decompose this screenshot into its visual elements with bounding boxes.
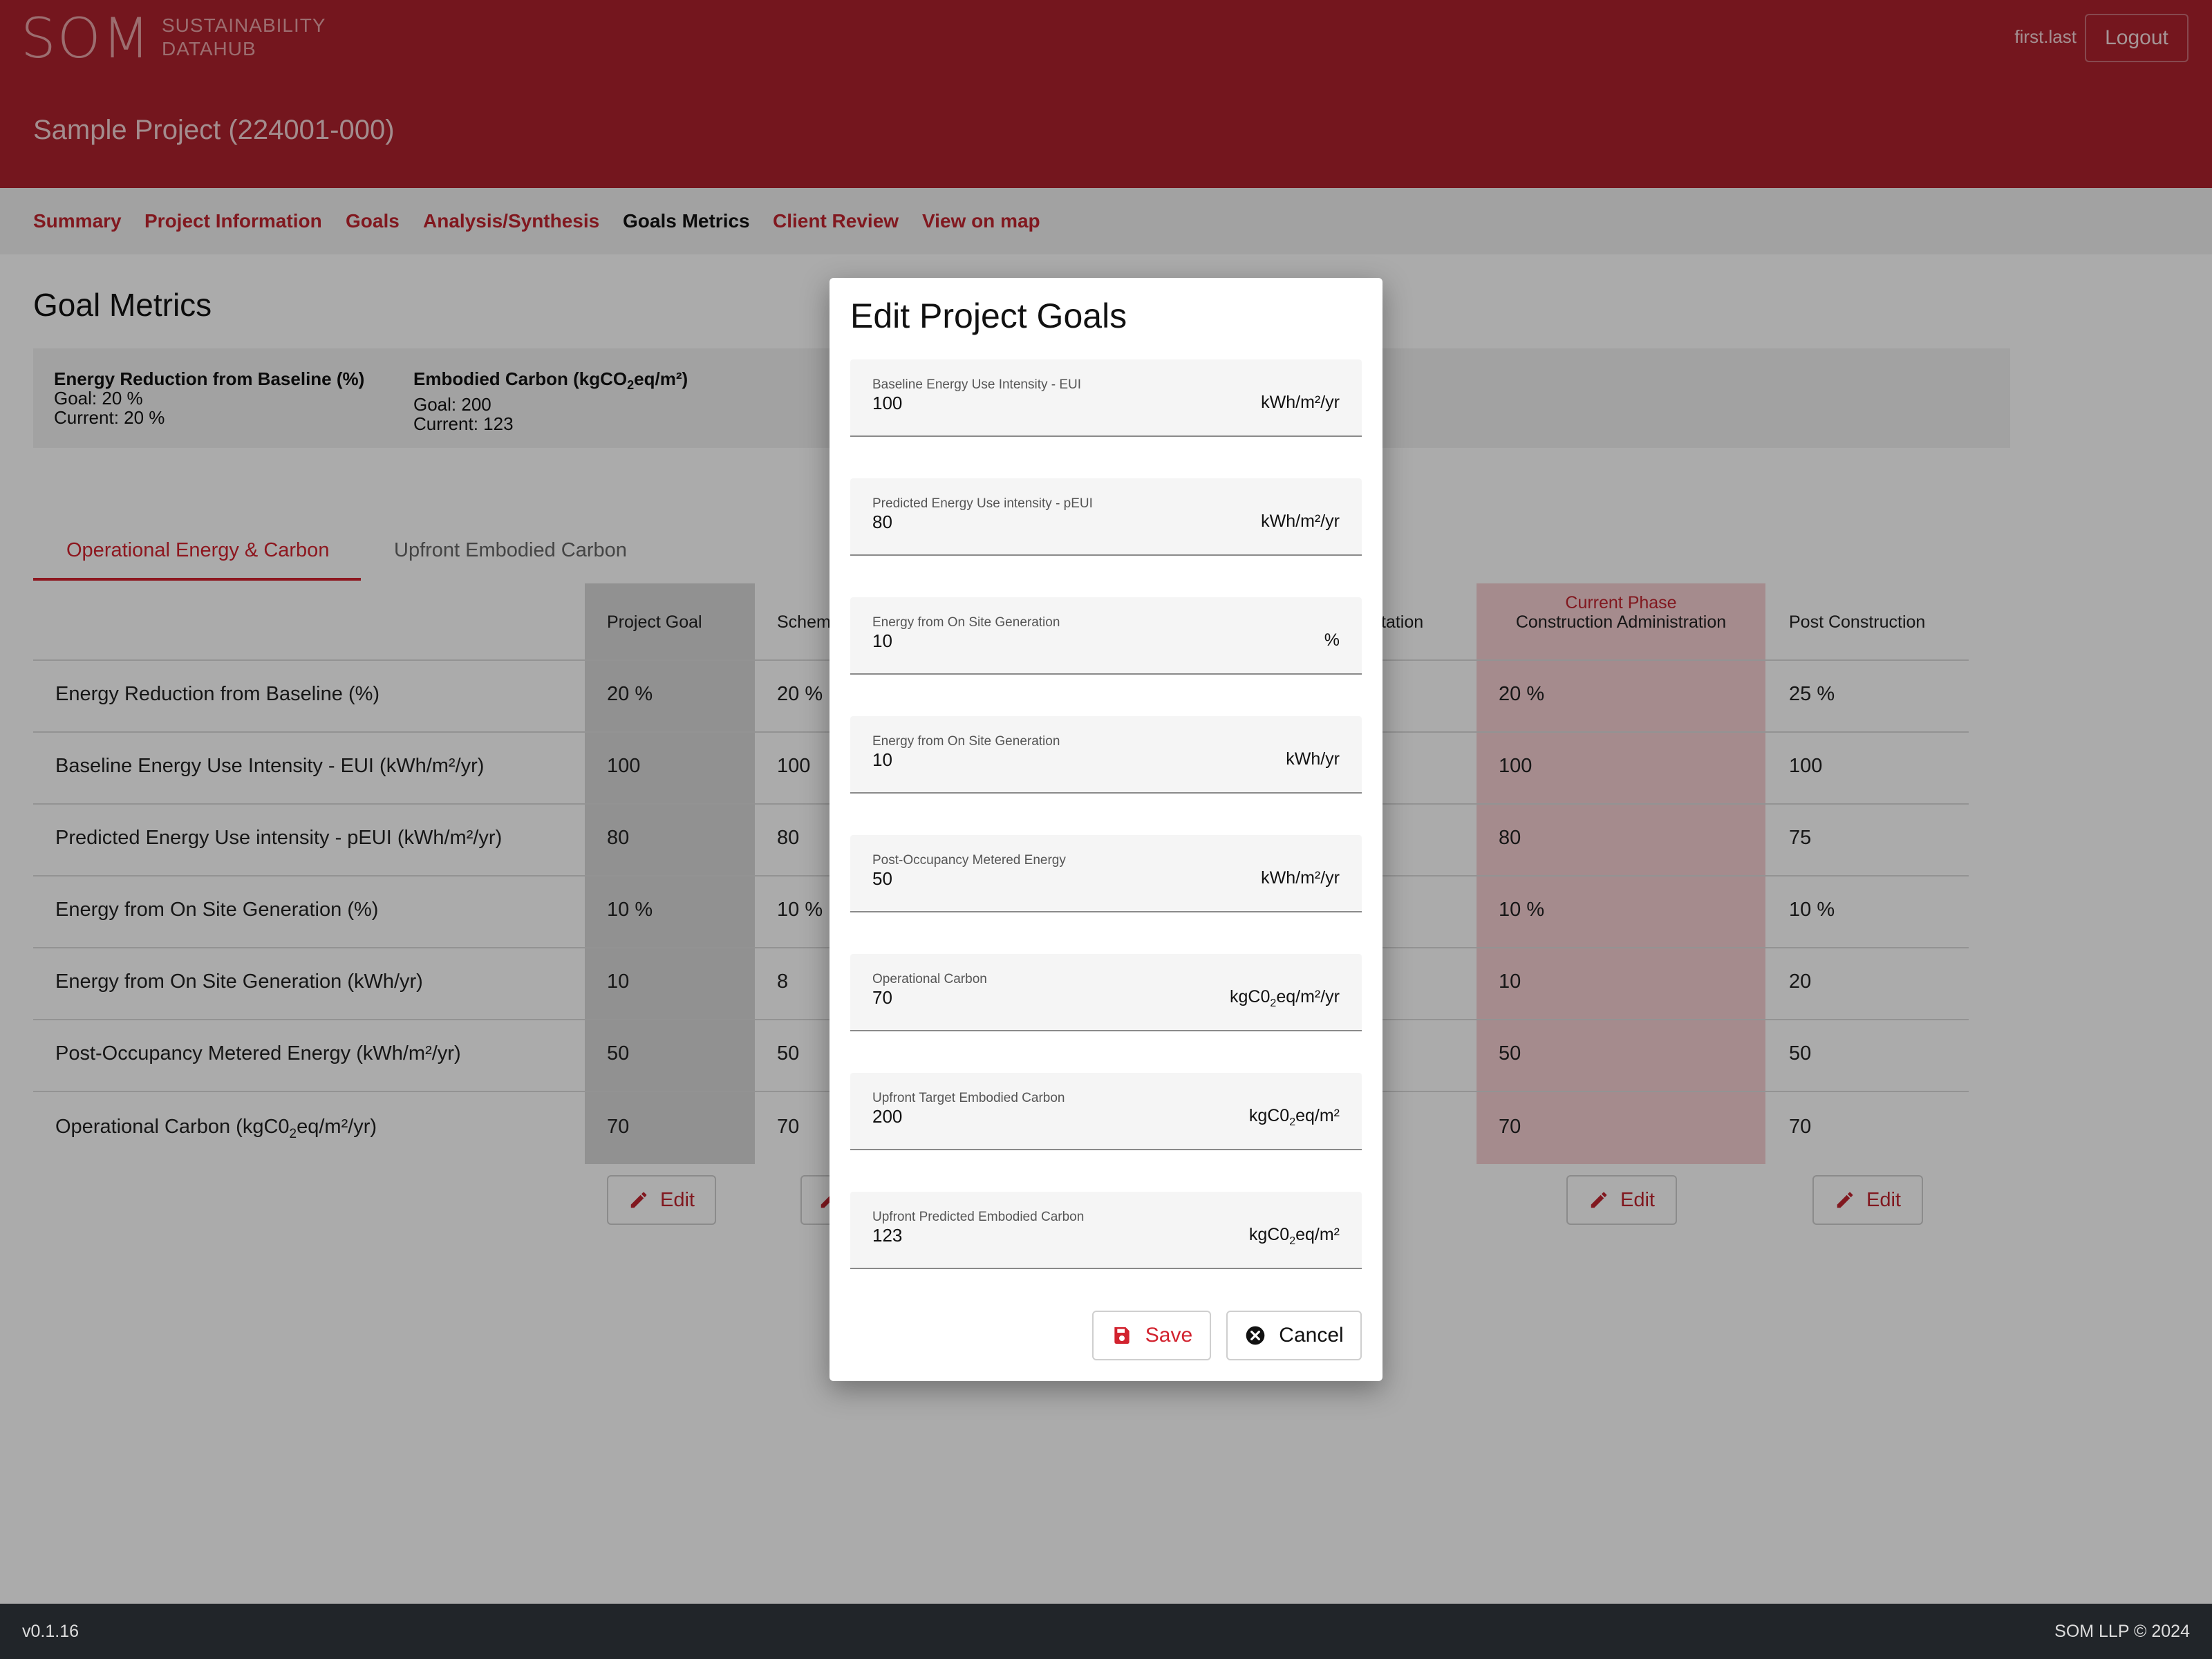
upfront-predicted-embodied-carbon-field[interactable]: Upfront Predicted Embodied Carbon 123 kg… (850, 1192, 1362, 1269)
field-label: Predicted Energy Use intensity - pEUI (872, 496, 1093, 511)
field-value[interactable]: 123 (872, 1225, 902, 1246)
onsite-generation-kwh-field[interactable]: Energy from On Site Generation 10 kWh/yr (850, 716, 1362, 794)
onsite-generation-percent-field[interactable]: Energy from On Site Generation 10 % (850, 597, 1362, 675)
field-unit: kWh/m²/yr (1261, 393, 1340, 412)
field-label: Energy from On Site Generation (872, 615, 1060, 630)
field-value[interactable]: 200 (872, 1106, 902, 1127)
copyright: SOM LLP © 2024 (2054, 1622, 2190, 1641)
operational-carbon-field[interactable]: Operational Carbon 70 kgC02eq/m²/yr (850, 954, 1362, 1031)
upfront-target-embodied-carbon-field[interactable]: Upfront Target Embodied Carbon 200 kgC02… (850, 1073, 1362, 1150)
field-label: Post-Occupancy Metered Energy (872, 853, 1066, 868)
save-label: Save (1145, 1324, 1193, 1347)
close-circle-icon (1246, 1326, 1265, 1345)
cancel-label: Cancel (1279, 1324, 1344, 1347)
save-button[interactable]: Save (1092, 1311, 1211, 1360)
save-icon (1114, 1327, 1130, 1344)
field-unit: kWh/m²/yr (1261, 868, 1340, 888)
cancel-button[interactable]: Cancel (1226, 1311, 1362, 1360)
field-unit: kWh/yr (1286, 749, 1340, 769)
field-value[interactable]: 50 (872, 868, 892, 890)
field-unit: kgC02eq/m² (1248, 1225, 1340, 1247)
field-label: Baseline Energy Use Intensity - EUI (872, 377, 1082, 392)
field-value[interactable]: 70 (872, 987, 892, 1009)
baseline-eui-field[interactable]: Baseline Energy Use Intensity - EUI 100 … (850, 359, 1362, 437)
field-value[interactable]: 10 (872, 749, 892, 771)
modal-title: Edit Project Goals (850, 297, 1127, 335)
predicted-peui-field[interactable]: Predicted Energy Use intensity - pEUI 80… (850, 478, 1362, 556)
field-value[interactable]: 10 (872, 630, 892, 652)
app-version: v0.1.16 (22, 1622, 79, 1641)
field-unit: kWh/m²/yr (1261, 512, 1340, 531)
field-label: Upfront Predicted Embodied Carbon (872, 1210, 1085, 1224)
field-unit: % (1324, 630, 1340, 650)
edit-project-goals-modal: Edit Project Goals Baseline Energy Use I… (830, 278, 1382, 1381)
field-value[interactable]: 80 (872, 512, 892, 533)
field-unit: kgC02eq/m² (1248, 1106, 1340, 1128)
post-occupancy-metered-energy-field[interactable]: Post-Occupancy Metered Energy 50 kWh/m²/… (850, 835, 1362, 912)
footer: v0.1.16 SOM LLP © 2024 (0, 1604, 2212, 1659)
field-label: Energy from On Site Generation (872, 734, 1060, 749)
field-value[interactable]: 100 (872, 393, 902, 414)
field-label: Upfront Target Embodied Carbon (872, 1091, 1065, 1105)
field-label: Operational Carbon (872, 972, 987, 986)
field-unit: kgC02eq/m²/yr (1230, 987, 1340, 1009)
